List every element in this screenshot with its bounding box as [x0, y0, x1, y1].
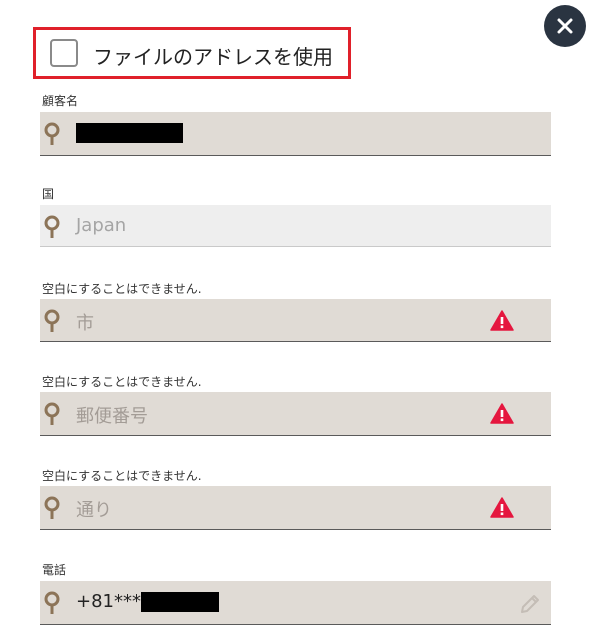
pin-icon	[44, 591, 60, 614]
phone-label: 電話	[42, 563, 67, 577]
use-file-address-checkbox[interactable]	[50, 39, 78, 67]
use-file-address-highlight: ファイルのアドレスを使用	[33, 27, 351, 79]
city-field[interactable]: 市	[40, 299, 551, 342]
street-error-label: 空白にすることはできません.	[42, 469, 202, 483]
phone-field[interactable]: +81***	[40, 581, 551, 625]
customer-name-label: 顧客名	[42, 94, 79, 108]
warning-icon	[490, 497, 514, 518]
pin-icon	[44, 402, 60, 425]
redacted-block	[76, 123, 183, 143]
postal-code-field[interactable]: 郵便番号	[40, 392, 551, 436]
city-error-label: 空白にすることはできません.	[42, 282, 202, 296]
phone-prefix: +81***	[76, 591, 141, 612]
redacted-block	[141, 592, 219, 612]
city-placeholder: 市	[76, 313, 94, 334]
street-field[interactable]: 通り	[40, 486, 551, 530]
customer-name-value	[76, 122, 183, 143]
pencil-icon[interactable]	[519, 593, 541, 615]
pin-icon	[44, 122, 60, 145]
close-icon	[557, 18, 573, 34]
pin-icon	[44, 215, 60, 238]
country-placeholder: Japan	[76, 215, 127, 236]
phone-value: +81***	[76, 591, 219, 612]
warning-icon	[490, 403, 514, 424]
postal-code-error-label: 空白にすることはできません.	[42, 375, 202, 389]
close-button[interactable]	[544, 5, 586, 47]
country-label: 国	[42, 187, 55, 201]
pin-icon	[44, 309, 60, 332]
customer-name-field[interactable]	[40, 112, 551, 156]
warning-icon	[490, 310, 514, 331]
country-field: Japan	[40, 205, 551, 247]
use-file-address-label[interactable]: ファイルのアドレスを使用	[93, 41, 333, 70]
pin-icon	[44, 496, 60, 519]
postal-code-placeholder: 郵便番号	[76, 406, 148, 427]
street-placeholder: 通り	[76, 500, 112, 521]
